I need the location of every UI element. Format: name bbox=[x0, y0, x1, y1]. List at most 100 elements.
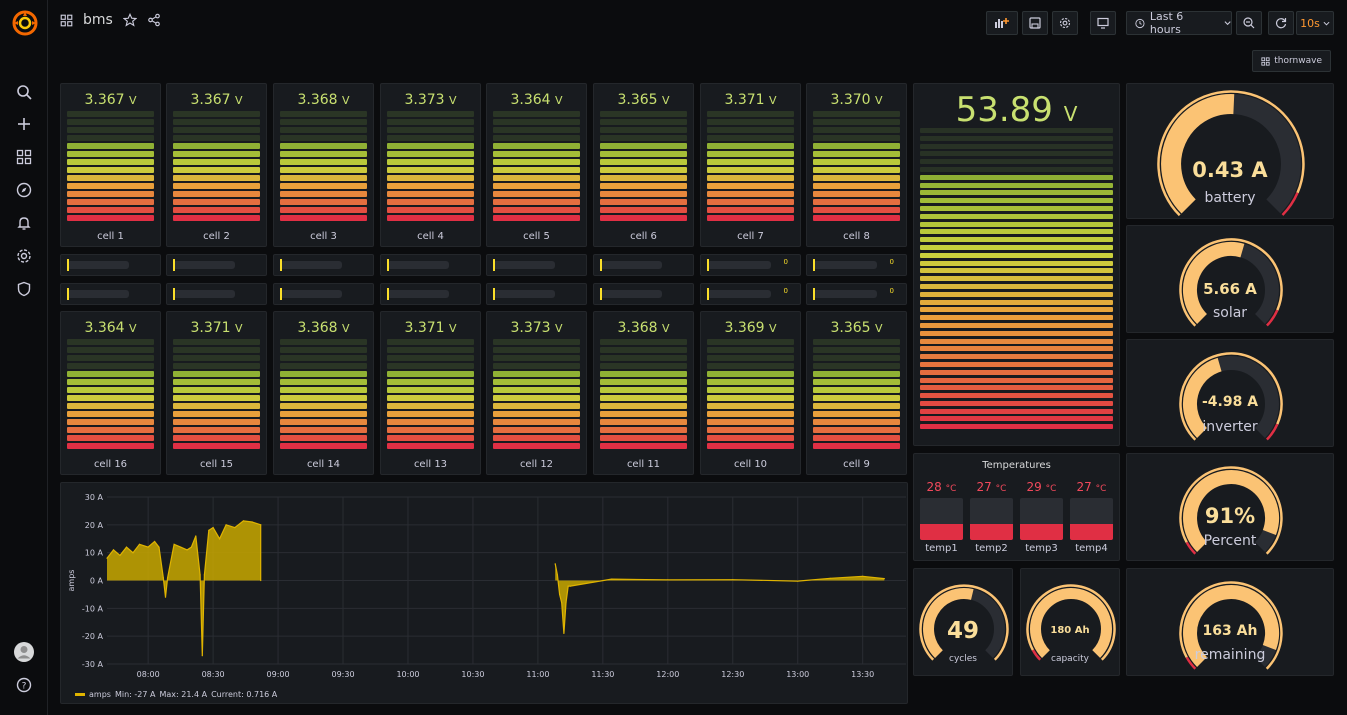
bell-icon[interactable] bbox=[12, 211, 36, 235]
cell-panel[interactable]: 3.373 Vcell 12 bbox=[486, 311, 587, 475]
percent-gauge-panel[interactable]: 91% Percent bbox=[1126, 453, 1334, 561]
balance-indicator[interactable] bbox=[486, 254, 587, 276]
amps-point bbox=[199, 574, 201, 576]
save-button[interactable] bbox=[1022, 11, 1048, 35]
cell-voltage-unit: V bbox=[129, 322, 137, 335]
cell-bar-segment bbox=[493, 119, 580, 125]
balance-indicator[interactable] bbox=[273, 254, 374, 276]
time-range-picker[interactable]: Last 6 hours bbox=[1126, 10, 1232, 36]
gear-icon[interactable] bbox=[12, 244, 36, 268]
dashboards-icon[interactable] bbox=[12, 145, 36, 169]
cell-bar-segment bbox=[707, 159, 794, 165]
balance-indicator[interactable] bbox=[380, 254, 481, 276]
cell-bar-segment bbox=[813, 355, 900, 361]
cycles-gauge-panel[interactable]: 49 cycles bbox=[913, 568, 1013, 676]
remaining-gauge-panel[interactable]: 163 Ah remaining bbox=[1126, 568, 1334, 676]
pack-voltage-panel[interactable]: 53.89 V bbox=[913, 83, 1120, 446]
balance-value: 0 bbox=[889, 287, 894, 295]
add-panel-button[interactable] bbox=[986, 11, 1018, 35]
capacity-gauge-panel[interactable]: 180 Ah capacity bbox=[1020, 568, 1120, 676]
cell-bar-segment bbox=[600, 175, 687, 181]
solar-gauge-value: 5.66 A bbox=[1203, 280, 1257, 298]
zoom-out-button[interactable] bbox=[1236, 11, 1262, 35]
battery-gauge-panel[interactable]: 0.43 A battery bbox=[1126, 83, 1334, 219]
cell-bar-segment bbox=[67, 395, 154, 401]
balance-indicator[interactable] bbox=[166, 254, 267, 276]
balance-indicator[interactable]: 0 bbox=[700, 254, 801, 276]
cell-bar-segment bbox=[600, 183, 687, 189]
temperature-gauge: 27 °C temp2 bbox=[970, 480, 1013, 554]
refresh-button[interactable] bbox=[1268, 11, 1294, 35]
temperature-value: 29 °C bbox=[1020, 480, 1063, 494]
cell-bar-gauge bbox=[67, 339, 154, 451]
inverter-gauge-panel[interactable]: -4.98 A inverter bbox=[1126, 339, 1334, 447]
user-dashboard-link[interactable]: thornwave bbox=[1252, 50, 1331, 72]
cell-panel[interactable]: 3.364 Vcell 5 bbox=[486, 83, 587, 247]
cell-bar-segment bbox=[493, 159, 580, 165]
cell-bar-segment bbox=[600, 119, 687, 125]
cell-voltage-value: 3.373 bbox=[510, 320, 555, 336]
temperatures-panel[interactable]: Temperatures 28 °C temp1 27 °C temp2 29 °C tem… bbox=[913, 453, 1120, 561]
balance-indicator[interactable] bbox=[380, 283, 481, 305]
amps-point bbox=[829, 577, 831, 579]
cell-voltage-unit: V bbox=[342, 94, 350, 107]
cell-panel[interactable]: 3.368 Vcell 3 bbox=[273, 83, 374, 247]
cell-panel[interactable]: 3.367 Vcell 1 bbox=[60, 83, 161, 247]
balance-indicator[interactable] bbox=[593, 254, 694, 276]
cell-panel[interactable]: 3.371 Vcell 13 bbox=[380, 311, 481, 475]
balance-indicator[interactable]: 0 bbox=[806, 283, 907, 305]
inverter-gauge-value: -4.98 A bbox=[1201, 394, 1259, 410]
cell-bar-segment bbox=[280, 183, 367, 189]
cell-panel[interactable]: 3.364 Vcell 16 bbox=[60, 311, 161, 475]
cell-panel[interactable]: 3.369 Vcell 10 bbox=[700, 311, 801, 475]
balance-indicator[interactable] bbox=[60, 254, 161, 276]
cell-panel[interactable]: 3.365 Vcell 9 bbox=[806, 311, 907, 475]
cell-bar-segment bbox=[600, 135, 687, 141]
shield-icon[interactable] bbox=[12, 277, 36, 301]
balance-indicator[interactable]: 0 bbox=[700, 283, 801, 305]
cell-panel[interactable]: 3.368 Vcell 14 bbox=[273, 311, 374, 475]
cell-panel[interactable]: 3.365 Vcell 6 bbox=[593, 83, 694, 247]
compass-icon[interactable] bbox=[12, 178, 36, 202]
dashboard-title[interactable]: bms bbox=[83, 12, 113, 28]
amps-chart-panel[interactable]: 30 A 20 A 10 A 0 A -10 A -20 A -30 A 08:00 08:30… bbox=[60, 482, 908, 704]
cell-bar-segment bbox=[707, 363, 794, 369]
cell-panel[interactable]: 3.371 Vcell 7 bbox=[700, 83, 801, 247]
settings-button[interactable] bbox=[1052, 11, 1078, 35]
cell-bar-segment bbox=[707, 443, 794, 449]
help-icon[interactable]: ? bbox=[12, 673, 36, 697]
grafana-logo-icon[interactable] bbox=[12, 10, 38, 36]
cell-bar-segment bbox=[387, 427, 474, 433]
balance-indicator[interactable] bbox=[166, 283, 267, 305]
amps-point bbox=[260, 524, 262, 526]
star-icon[interactable] bbox=[122, 13, 137, 27]
avatar[interactable] bbox=[12, 640, 36, 664]
plus-icon[interactable] bbox=[12, 112, 36, 136]
cell-panel[interactable]: 3.371 Vcell 15 bbox=[166, 311, 267, 475]
balance-indicator[interactable] bbox=[486, 283, 587, 305]
cell-voltage: 3.373 V bbox=[381, 92, 480, 108]
cell-panel[interactable]: 3.368 Vcell 11 bbox=[593, 311, 694, 475]
solar-gauge-panel[interactable]: 5.66 A solar bbox=[1126, 225, 1334, 333]
balance-indicator[interactable] bbox=[60, 283, 161, 305]
chart-legend[interactable]: amps Min: -27 A Max: 21.4 A Current: 0.716 … bbox=[75, 690, 277, 699]
balance-indicator[interactable] bbox=[273, 283, 374, 305]
pack-bar-segment bbox=[920, 260, 1113, 266]
balance-indicator[interactable] bbox=[593, 283, 694, 305]
tv-mode-button[interactable] bbox=[1090, 11, 1116, 35]
cell-bar-segment bbox=[387, 347, 474, 353]
balance-level bbox=[173, 259, 175, 271]
cell-bar-segment bbox=[280, 339, 367, 345]
capacity-gauge-value: 180 Ah bbox=[1050, 625, 1090, 636]
amps-point bbox=[567, 585, 569, 587]
search-icon[interactable] bbox=[12, 80, 36, 104]
balance-indicator[interactable]: 0 bbox=[806, 254, 907, 276]
cell-bar-segment bbox=[600, 347, 687, 353]
cell-panel[interactable]: 3.367 Vcell 2 bbox=[166, 83, 267, 247]
share-icon[interactable] bbox=[147, 13, 161, 27]
refresh-interval-picker[interactable]: 10s bbox=[1296, 11, 1334, 35]
cell-panel[interactable]: 3.370 Vcell 8 bbox=[806, 83, 907, 247]
cell-bar-segment bbox=[813, 151, 900, 157]
cell-voltage-unit: V bbox=[129, 94, 137, 107]
cell-panel[interactable]: 3.373 Vcell 4 bbox=[380, 83, 481, 247]
